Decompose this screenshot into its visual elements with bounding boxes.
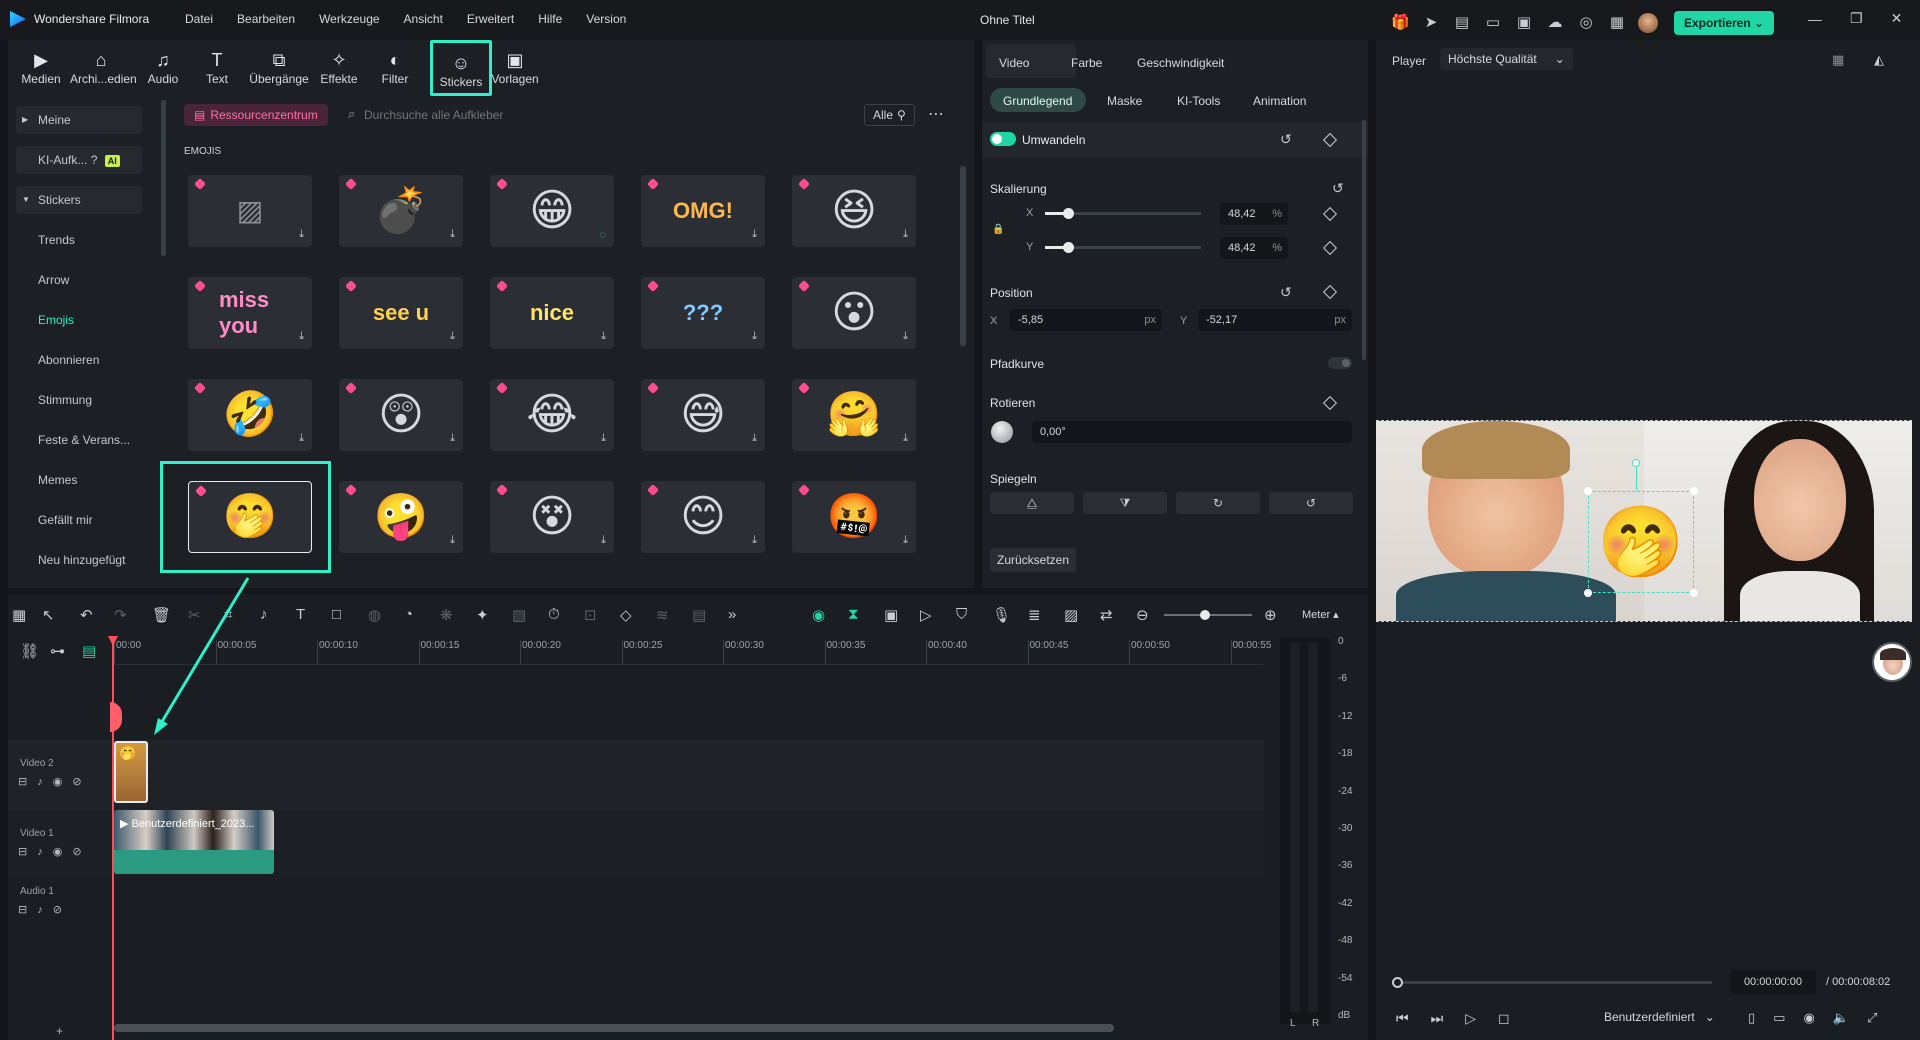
- arrow-line: [158, 577, 250, 726]
- arrow-head: [154, 718, 168, 735]
- tutorial-arrow: [154, 577, 250, 735]
